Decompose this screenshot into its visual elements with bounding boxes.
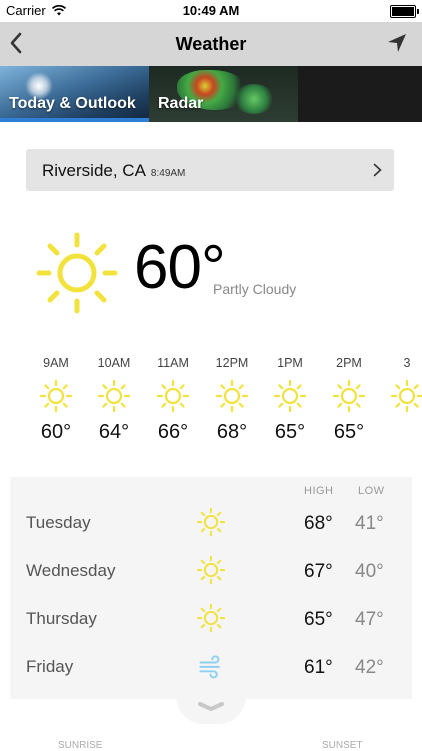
sun-icon bbox=[332, 379, 366, 413]
tab-radar[interactable]: Radar bbox=[149, 66, 298, 122]
hour-label: 3 bbox=[403, 356, 411, 370]
day-name: Thursday bbox=[26, 609, 97, 628]
hourly-item: 12PM 68° bbox=[203, 355, 261, 444]
tab-label: Radar bbox=[158, 95, 204, 112]
sun-icon bbox=[390, 379, 422, 413]
daily-forecast: HIGH LOW Tuesday 68° 41° Wednesday 67° 4… bbox=[10, 477, 412, 699]
status-bar: Carrier 10:49 AM bbox=[0, 0, 422, 22]
sun-icon bbox=[273, 379, 307, 413]
daily-row[interactable]: Thursday 65° 47° bbox=[10, 596, 412, 644]
low-temperature: 40° bbox=[355, 561, 384, 582]
sun-icon bbox=[156, 379, 190, 413]
day-name: Tuesday bbox=[26, 513, 91, 532]
high-temperature: 67° bbox=[304, 561, 333, 582]
hour-label: 9AM bbox=[43, 356, 69, 370]
hour-temperature: 60° bbox=[40, 421, 72, 443]
hour-label: 1PM bbox=[277, 356, 303, 370]
sun-icon bbox=[196, 507, 226, 537]
hour-temperature: 68° bbox=[216, 421, 248, 443]
tab-selected-indicator bbox=[0, 118, 149, 122]
status-time: 10:49 AM bbox=[182, 3, 240, 18]
low-temperature: 42° bbox=[355, 657, 384, 678]
page-title: Weather bbox=[175, 34, 247, 54]
hour-label: 11AM bbox=[157, 356, 189, 370]
tab-today-outlook[interactable]: Today & Outlook bbox=[0, 66, 149, 122]
high-temperature: 61° bbox=[304, 657, 333, 678]
hour-label: 10AM bbox=[97, 356, 131, 370]
tab-more[interactable] bbox=[298, 66, 422, 122]
hourly-item: 10AM 64° bbox=[85, 355, 143, 444]
sunrise-label: SUNRISE bbox=[58, 740, 103, 751]
sun-times-header: SUNRISE SUNSET bbox=[0, 740, 422, 751]
expand-handle[interactable] bbox=[176, 696, 246, 724]
location-arrow-icon bbox=[388, 34, 406, 52]
day-name: Wednesday bbox=[26, 561, 116, 580]
high-temperature: 68° bbox=[304, 513, 333, 534]
high-column-header: HIGH bbox=[304, 485, 334, 497]
sun-icon bbox=[97, 379, 131, 413]
chevron-right-icon bbox=[373, 163, 382, 177]
low-temperature: 41° bbox=[355, 513, 384, 534]
high-temperature: 65° bbox=[304, 609, 333, 630]
day-name: Friday bbox=[26, 657, 74, 676]
location-time: 8:49AM bbox=[150, 168, 186, 179]
location-selector[interactable]: Riverside, CA 8:49AM bbox=[26, 149, 394, 191]
hourly-item: 1PM 65° bbox=[261, 355, 319, 444]
tab-bar: Today & Outlook Radar bbox=[0, 66, 422, 122]
radar-image-cell bbox=[234, 84, 274, 114]
hour-temperature: 65° bbox=[333, 421, 365, 443]
low-column-header: LOW bbox=[358, 485, 385, 497]
sun-icon bbox=[196, 555, 226, 585]
hour-label: 12PM bbox=[215, 356, 249, 370]
hour-temperature: 66° bbox=[157, 421, 189, 443]
low-temperature: 47° bbox=[355, 609, 384, 630]
location-name: Riverside, CA 8:49AM bbox=[42, 161, 185, 181]
hourly-item: 2PM 65° bbox=[320, 355, 378, 444]
hourly-item: 3 bbox=[378, 355, 422, 421]
hour-label: 2PM bbox=[336, 356, 362, 370]
current-temperature: 60° bbox=[134, 233, 226, 302]
daily-row[interactable]: Tuesday 68° 41° bbox=[10, 500, 412, 548]
hourly-item: 9AM 60° bbox=[27, 355, 85, 444]
sunset-label: SUNSET bbox=[322, 740, 363, 751]
nav-bar: Weather bbox=[0, 22, 422, 66]
hourly-item: 11AM 66° bbox=[144, 355, 202, 444]
wind-icon bbox=[199, 655, 220, 679]
tab-label: Today & Outlook bbox=[9, 95, 136, 112]
current-condition: Partly Cloudy bbox=[213, 281, 297, 297]
hour-temperature: 65° bbox=[274, 421, 306, 443]
sun-icon bbox=[39, 379, 73, 413]
city-label: Riverside, CA bbox=[42, 161, 146, 180]
chevron-down-icon bbox=[198, 702, 224, 711]
battery-icon bbox=[390, 5, 419, 18]
daily-row[interactable]: Friday 61° 42° bbox=[10, 644, 412, 692]
hourly-forecast[interactable]: 9AM 60° 10AM 64° 11AM 66° 12PM 68° 1PM 6… bbox=[0, 355, 422, 455]
location-button[interactable] bbox=[386, 32, 408, 54]
sun-icon bbox=[215, 379, 249, 413]
hour-temperature: 64° bbox=[98, 421, 130, 443]
sun-icon bbox=[36, 232, 118, 314]
daily-row[interactable]: Wednesday 67° 40° bbox=[10, 548, 412, 596]
sun-icon bbox=[196, 603, 226, 633]
